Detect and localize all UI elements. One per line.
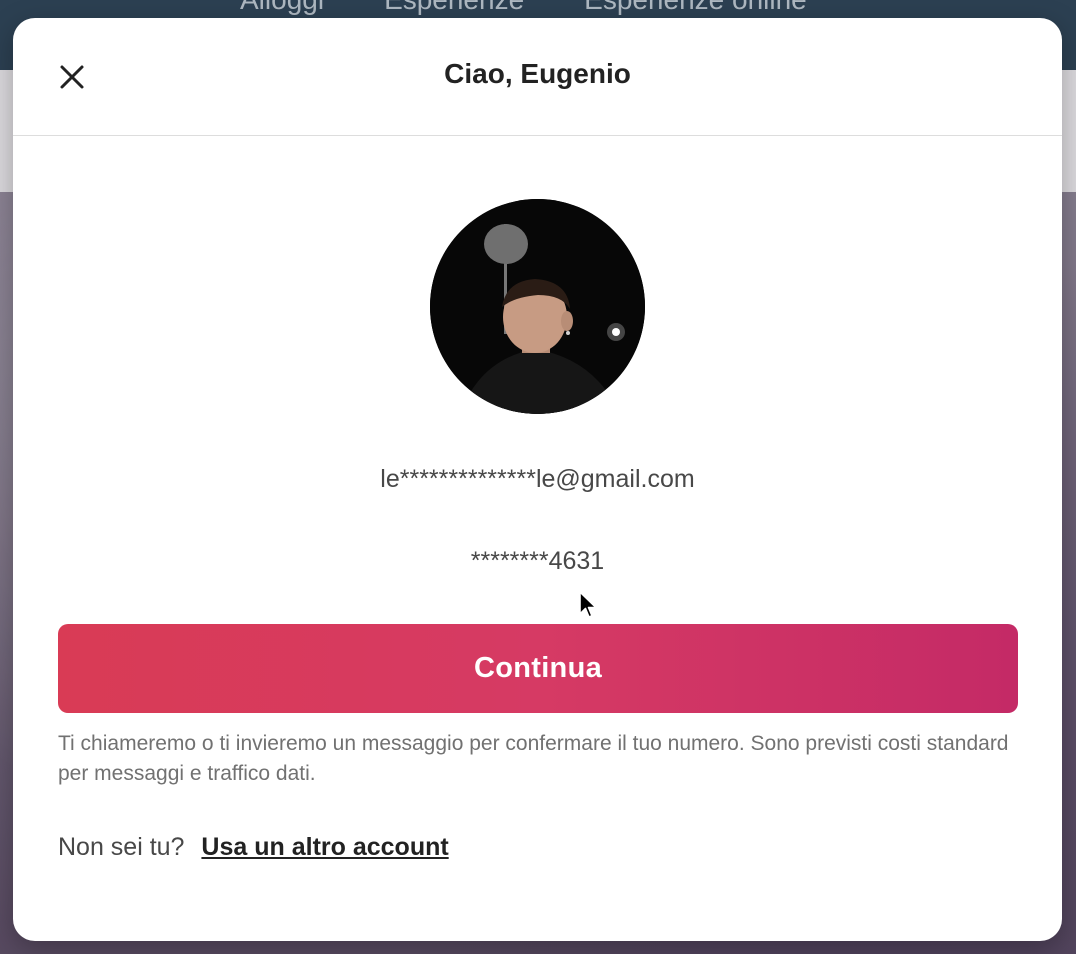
account-email: le**************le@gmail.com xyxy=(380,465,695,493)
avatar xyxy=(430,199,645,414)
modal-header: Ciao, Eugenio xyxy=(13,18,1062,136)
modal-title: Ciao, Eugenio xyxy=(444,58,631,89)
continue-button[interactable]: Continua xyxy=(58,624,1018,713)
other-account-row: Non sei tu? Usa un altro account xyxy=(58,833,449,862)
use-other-account-link[interactable]: Usa un altro account xyxy=(201,833,448,861)
mouse-cursor-icon xyxy=(579,591,597,618)
login-modal: Ciao, Eugenio le**************le@gmail.c… xyxy=(13,18,1062,941)
avatar-photo xyxy=(430,199,645,414)
not-you-text: Non sei tu? xyxy=(58,833,185,861)
account-phone: ********4631 xyxy=(470,547,605,575)
sms-disclaimer: Ti chiameremo o ti invieremo un messaggi… xyxy=(58,732,1009,785)
